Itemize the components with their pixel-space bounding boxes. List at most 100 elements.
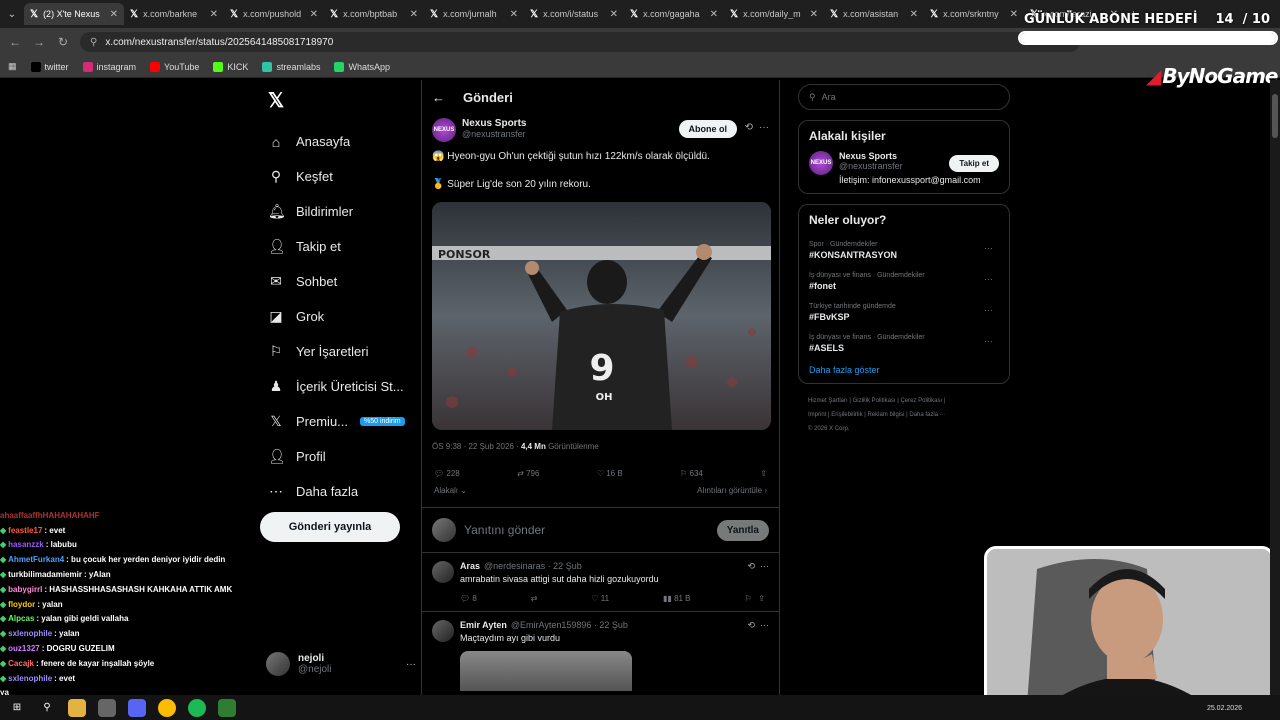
author-handle[interactable]: @nexustransfer [462,129,526,139]
back-arrow-icon[interactable]: ← [432,90,445,105]
subscribe-button[interactable]: Abone ol [678,120,737,138]
author-name[interactable]: Nexus Sports [462,118,526,129]
reply-input[interactable]: Yanıtını gönder [464,523,709,537]
browser-tab[interactable]: 𝕏x.com/i/status ✕ [524,3,624,25]
browser-tab[interactable]: 𝕏x.com/asistan ✕ [824,3,924,25]
browser-tab[interactable]: 𝕏x.com/pushold ✕ [224,3,324,25]
close-icon[interactable]: ✕ [510,9,518,20]
reply-item[interactable]: Emir Ayten @EmirAyten159896 · 22 Şub Maçta… [422,612,779,695]
avatar[interactable] [432,561,454,583]
bookmark-twitter[interactable]: twitter [30,61,69,72]
bookmark-instagram[interactable]: instagram [82,61,136,72]
site-info-icon[interactable]: ⚲ [90,37,97,48]
scrollbar-thumb[interactable] [1272,94,1278,138]
apps-icon[interactable]: ▦ [8,61,17,72]
post-button[interactable]: Gönderi yayınla [260,512,400,542]
author-avatar[interactable]: NEXUS [432,118,456,142]
windows-start-icon[interactable]: ⊞ [8,699,26,717]
bookmark-streamlabs[interactable]: streamlabs [262,61,320,72]
nav-item-9[interactable]: 👤︎ Profil [260,439,420,474]
reply-image[interactable] [460,651,632,691]
view-quotes-link[interactable]: Alıntıları görüntüle › [697,486,767,495]
more-options-icon[interactable]: ⟲ ··· [747,561,769,572]
related-person[interactable]: NEXUS Nexus Sports @nexustransfer İletiş… [809,151,999,185]
nav-item-8[interactable]: 𝕏 Premiu... %50 indirim [260,404,420,439]
bookmark-youtube[interactable]: YouTube [150,61,199,72]
page-scrollbar[interactable] [1270,80,1280,695]
bookmark-kick[interactable]: KICK [213,61,248,72]
nav-item-3[interactable]: 👤︎ Takip et [260,229,420,264]
nav-item-10[interactable]: ⋯ Daha fazla [260,474,420,509]
more-options-icon[interactable]: ··· [759,122,769,133]
account-switcher[interactable]: nejoli @nejoli ··· [266,652,416,676]
more-options-icon[interactable]: ⟲ ··· [747,620,769,631]
search-icon[interactable]: ⚲ [38,699,56,717]
discord-icon[interactable] [128,698,146,717]
app-icon[interactable] [98,698,116,717]
close-icon[interactable]: ✕ [210,9,218,20]
trend-item[interactable]: İş dünyası ve finans · Gündemdekiler #fon… [809,266,999,297]
close-icon[interactable]: ✕ [410,9,418,20]
reply-author[interactable]: Aras [460,561,480,571]
more-icon[interactable]: ··· [984,336,993,346]
reload-icon[interactable]: ↻ [56,35,70,49]
share-icon[interactable]: ⇪ [760,469,767,478]
back-icon[interactable]: ← [8,35,22,49]
grok-icon[interactable]: ⟲ [745,122,753,133]
nav-item-5[interactable]: ◪ Grok [260,299,420,334]
browser-tab[interactable]: 𝕏x.com/barkne ✕ [124,3,224,25]
tab-search-icon[interactable]: ⌄ [0,4,24,24]
search-input[interactable]: ⚲ Ara [798,84,1010,110]
browser-tab[interactable]: 𝕏x.com/jurnalh ✕ [424,3,524,25]
more-icon[interactable]: ··· [984,305,993,315]
nav-item-0[interactable]: ⌂ Anasayfa [260,124,420,159]
repost-action[interactable]: ⇄ 796 [517,469,539,478]
more-icon[interactable]: ··· [984,274,993,284]
close-icon[interactable]: ✕ [910,9,918,20]
app-green-icon[interactable] [218,698,236,717]
trend-item[interactable]: Spor · Gündemdekiler #KONSANTRASYON ··· [809,235,999,266]
bookmark-whatsapp[interactable]: WhatsApp [334,61,390,72]
close-icon[interactable]: ✕ [810,9,818,20]
more-icon[interactable]: ··· [406,659,416,670]
nav-item-2[interactable]: 🔔︎ Bildirimler [260,194,420,229]
url-input[interactable]: ⚲ x.com/nexustransfer/status/20256414850… [80,32,1080,52]
like-action[interactable]: ♡ 11 [591,594,609,603]
reply-button[interactable]: Yanıtla [716,519,769,541]
show-more-link[interactable]: Daha fazla göster [809,359,999,375]
nav-item-4[interactable]: ✉ Sohbet [260,264,420,299]
close-icon[interactable]: ✕ [110,9,118,20]
chrome-icon[interactable] [158,698,176,717]
x-logo-icon[interactable]: 𝕏 [268,88,420,124]
nav-item-7[interactable]: ♟ İçerik Üreticisi St... [260,369,420,404]
reply-action[interactable]: 💬︎ 8 [460,594,477,603]
trend-item[interactable]: İş dünyası ve finans · Gündemdekiler #ASE… [809,328,999,359]
browser-tab[interactable]: 𝕏x.com/gagaha ✕ [624,3,724,25]
bookmark-action[interactable]: ⚐ 634 [680,469,703,478]
related-dropdown[interactable]: Alakalı ⌄ [434,486,467,495]
forward-icon[interactable]: → [32,35,46,49]
browser-tab[interactable]: 𝕏 (2) X'te Nexus ✕ [24,3,124,25]
reply-action[interactable]: 💬︎ 228 [434,469,460,478]
file-explorer-icon[interactable] [68,698,86,717]
post-image[interactable]: PONSOR 9 OH [432,202,771,430]
repost-icon[interactable]: ⇄ [531,594,538,603]
follow-button[interactable]: Takip et [949,155,999,172]
nav-item-1[interactable]: ⚲ Keşfet [260,159,420,194]
browser-tab[interactable]: 𝕏x.com/srkntny ✕ [924,3,1024,25]
reply-item[interactable]: Aras @nerdesinaras · 22 Şub amrabatin siva… [422,553,779,612]
close-icon[interactable]: ✕ [310,9,318,20]
avatar[interactable] [432,620,454,642]
browser-tab[interactable]: 𝕏x.com/bptbab ✕ [324,3,424,25]
views-action[interactable]: ▮▮ 81 B [663,594,691,603]
bookmark-icon[interactable]: ⚐ ⇪ [744,594,765,603]
nav-item-6[interactable]: ⚐ Yer İşaretleri [260,334,420,369]
spotify-icon[interactable] [188,698,206,717]
browser-tab[interactable]: 𝕏x.com/daily_m ✕ [724,3,824,25]
close-icon[interactable]: ✕ [610,9,618,20]
trend-item[interactable]: Türkiye tarihinde gündemde #FBvKSP ··· [809,297,999,328]
reply-author[interactable]: Emir Ayten [460,620,507,630]
person-avatar[interactable]: NEXUS [809,151,833,175]
more-icon[interactable]: ··· [984,243,993,253]
close-icon[interactable]: ✕ [1010,9,1018,20]
